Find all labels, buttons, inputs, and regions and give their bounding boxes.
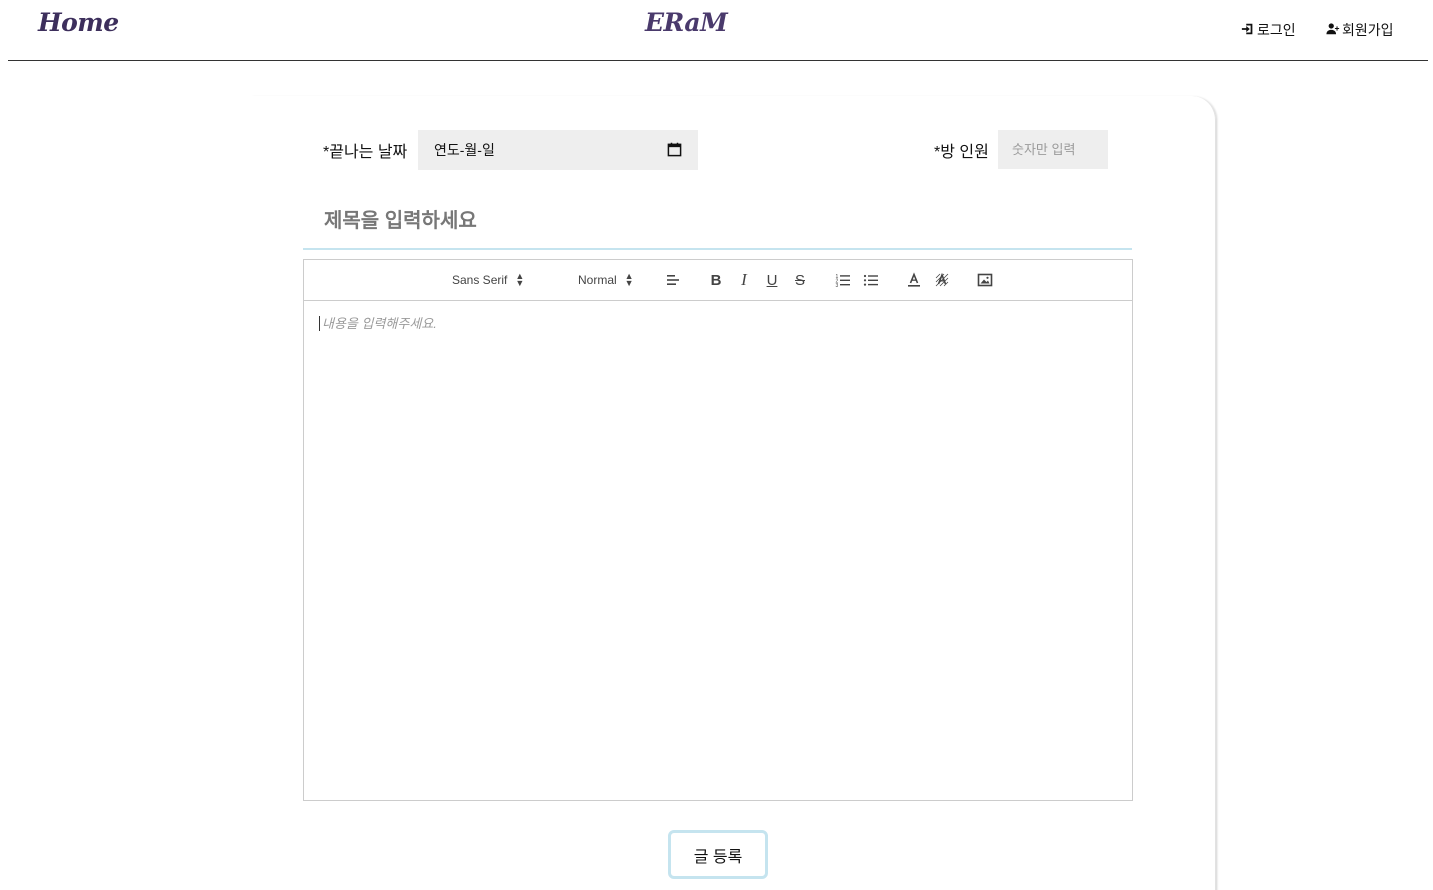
align-left-icon[interactable] [662, 270, 684, 290]
bold-icon[interactable]: B [705, 270, 727, 290]
submit-post-button[interactable]: 글 등록 [668, 830, 768, 879]
select-arrows-icon: ▲ ▼ [515, 271, 525, 288]
room-count-label: *방 인원 [934, 144, 989, 161]
bullet-list-icon[interactable] [860, 270, 882, 290]
image-icon[interactable] [974, 270, 996, 290]
sign-in-icon [1241, 22, 1255, 39]
login-label: 로그인 [1257, 22, 1296, 38]
signup-link[interactable]: 회원가입 [1326, 20, 1394, 40]
strike-icon[interactable]: S [789, 270, 811, 290]
end-date-label: *끝나는 날짜 [323, 144, 408, 161]
home-link[interactable]: Home [38, 8, 119, 37]
end-date-value: 연도-월-일 [434, 142, 495, 158]
rich-text-editor: Sans Serif ▲ ▼ Normal ▲ ▼ B I U S 123 내용… [303, 259, 1133, 801]
svg-text:3: 3 [836, 283, 839, 288]
page: Home ERaM 로그인 회원가입 *끝나는 날짜 연도-월-일 *방 인원 [0, 0, 1433, 890]
editor-placeholder: 내용을 입력해주세요. [319, 316, 437, 331]
italic-icon[interactable]: I [733, 270, 755, 290]
room-count-input[interactable] [998, 130, 1108, 169]
user-plus-icon [1326, 22, 1340, 39]
font-size-select[interactable]: Normal ▲ ▼ [578, 270, 634, 290]
navbar: Home ERaM 로그인 회원가입 [8, 0, 1428, 61]
site-logo[interactable]: ERaM [645, 8, 728, 37]
text-color-icon[interactable] [903, 270, 925, 290]
editor-toolbar: Sans Serif ▲ ▼ Normal ▲ ▼ B I U S 123 [304, 260, 1132, 301]
login-link[interactable]: 로그인 [1241, 20, 1296, 40]
ordered-list-icon[interactable]: 123 [832, 270, 854, 290]
signup-label: 회원가입 [1342, 22, 1394, 38]
calendar-icon[interactable] [667, 142, 682, 157]
font-family-value: Sans Serif [452, 273, 508, 287]
editor-content[interactable]: 내용을 입력해주세요. [304, 301, 1132, 800]
background-color-icon[interactable] [931, 270, 953, 290]
font-size-value: Normal [578, 273, 617, 287]
end-date-input[interactable]: 연도-월-일 [418, 130, 698, 170]
select-arrows-icon: ▲ ▼ [624, 271, 634, 288]
title-input[interactable] [303, 195, 1132, 250]
underline-icon[interactable]: U [761, 270, 783, 290]
font-family-select[interactable]: Sans Serif ▲ ▼ [452, 270, 524, 290]
